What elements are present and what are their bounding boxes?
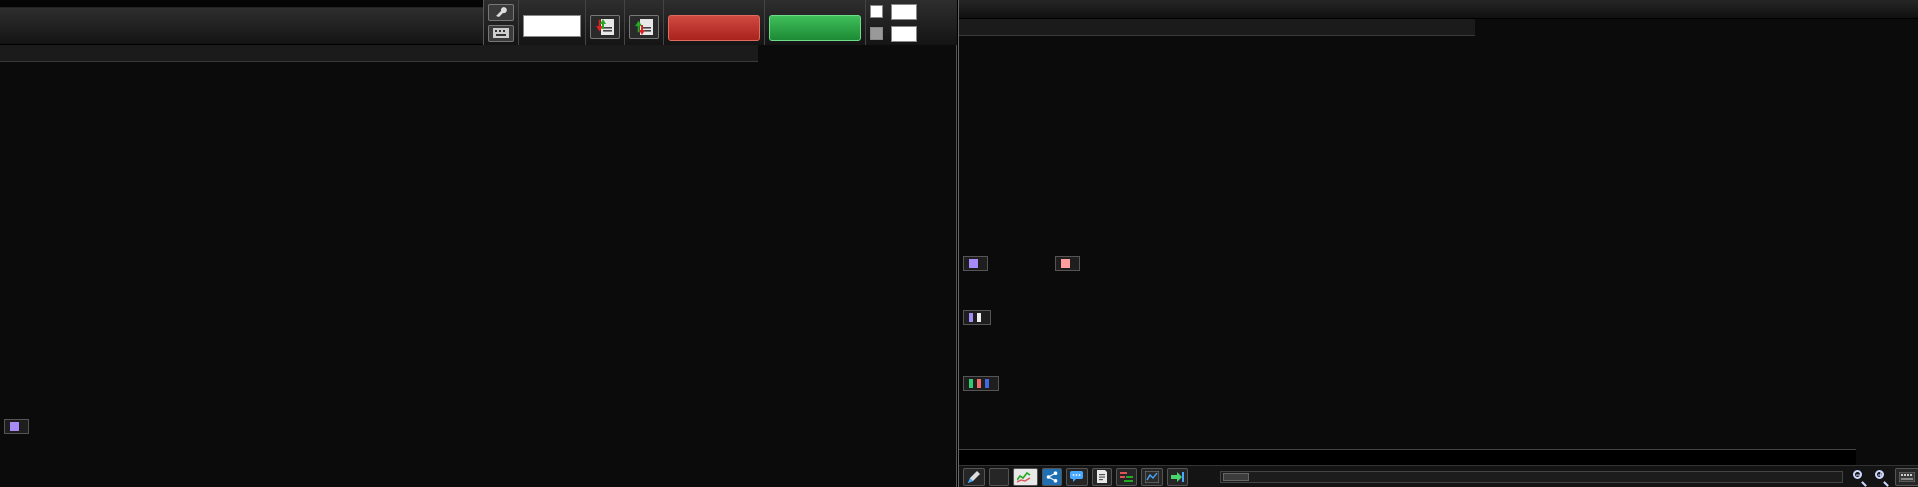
chat-bubble-icon (1070, 470, 1083, 482)
right-chart-window: − + (958, 0, 1918, 487)
volume-legend[interactable] (963, 310, 991, 325)
export-arrows-icon (1171, 471, 1184, 482)
depth-bars-icon (1120, 471, 1133, 482)
indicateurs-button[interactable] (1013, 467, 1038, 486)
draw-tool-caret[interactable] (989, 467, 1009, 486)
share-icon (1046, 470, 1058, 483)
trading-screen: − + (0, 0, 1918, 487)
chart-hscrollbar[interactable] (1220, 470, 1843, 483)
macd-swatch-b (985, 379, 989, 388)
zoom-out-button[interactable]: − (1851, 468, 1869, 487)
chart-window-icon (1145, 470, 1159, 483)
hscrollbar-thumb[interactable] (1223, 472, 1249, 481)
timeline-button[interactable] (1895, 467, 1918, 486)
left-chart-window (0, 0, 957, 487)
right-indicator-legend (959, 19, 1475, 36)
bottom-toolbar: − + (959, 465, 1918, 487)
rsi-legend-right[interactable] (963, 256, 988, 271)
rsi-legend-left[interactable] (4, 419, 29, 434)
macd-swatch-r (977, 379, 981, 388)
news-button[interactable] (1092, 467, 1112, 486)
indicator-chart-icon (1017, 471, 1031, 483)
chart-window-button[interactable] (1141, 467, 1163, 486)
draw-tool-button[interactable] (963, 467, 985, 486)
timeline-icon (1899, 471, 1915, 482)
chat-button[interactable] (1066, 467, 1088, 486)
market-depth-button[interactable] (1116, 467, 1137, 486)
left-price-chart[interactable] (0, 0, 957, 487)
volume-swatch (969, 313, 973, 322)
pencil-icon (968, 470, 980, 483)
collapse-toolbar-button[interactable] (1192, 468, 1212, 486)
news-icon (1097, 470, 1107, 483)
macd-swatch-g (969, 379, 973, 388)
tma-swatch (1061, 259, 1070, 268)
left-indicator-legend (0, 45, 758, 62)
share-button[interactable] (1042, 467, 1062, 486)
tma-legend[interactable] (1055, 256, 1080, 271)
time-axis (959, 449, 1856, 465)
zoom-in-button[interactable]: + (1873, 468, 1891, 487)
rsi-swatch (969, 259, 978, 268)
export-button[interactable] (1167, 467, 1188, 486)
rsi-swatch (10, 422, 19, 431)
right-price-chart[interactable] (959, 0, 1918, 465)
volume-swatch2 (977, 313, 981, 322)
macd-legend[interactable] (963, 376, 999, 391)
